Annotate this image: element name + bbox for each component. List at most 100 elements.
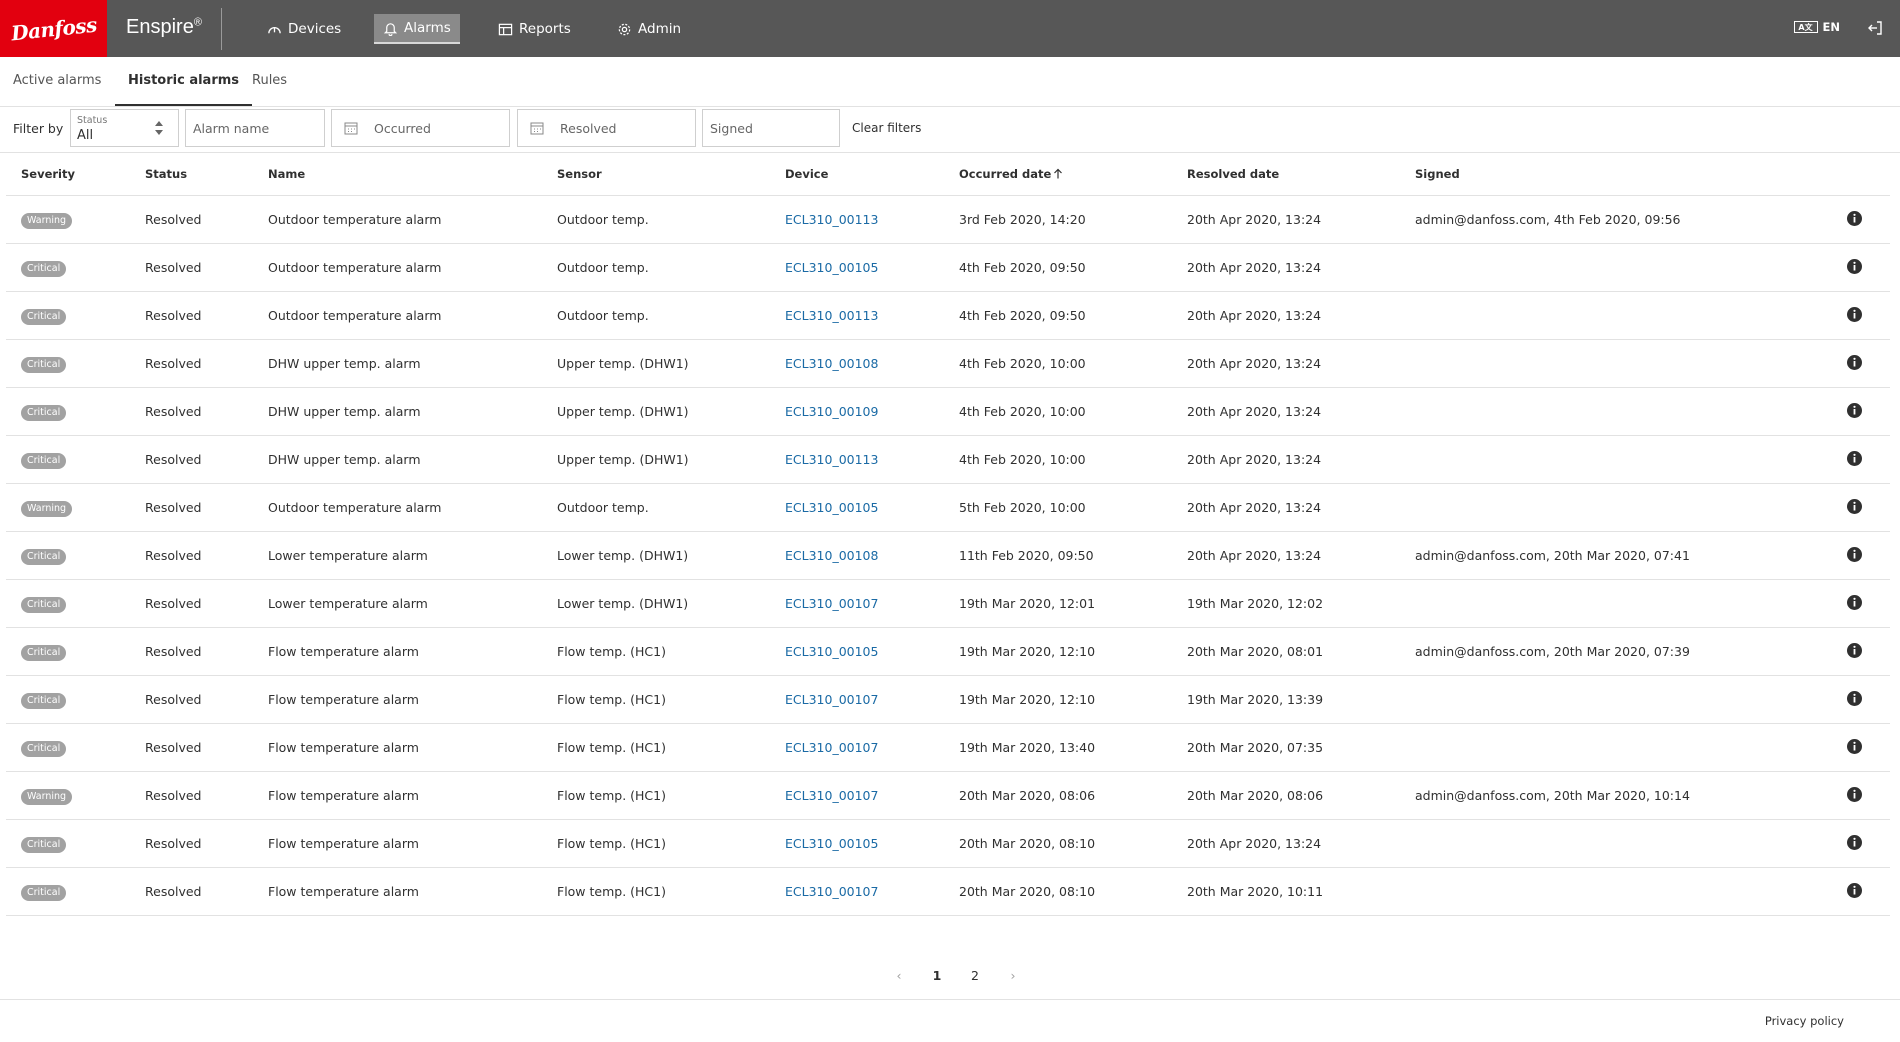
severity-badge: Critical	[21, 596, 67, 613]
column-header-severity[interactable]: Severity	[6, 153, 130, 196]
device-link[interactable]: ECL310_00113	[785, 308, 878, 323]
cell-name: DHW upper temp. alarm	[253, 339, 542, 388]
cell-resolved: 20th Mar 2020, 08:01	[1172, 627, 1400, 676]
info-icon[interactable]	[1846, 738, 1863, 755]
status-select[interactable]: Status All	[70, 109, 179, 147]
device-link[interactable]: ECL310_00109	[785, 404, 878, 419]
signed-input[interactable]: Signed	[702, 109, 840, 147]
status-text: Resolved	[145, 548, 202, 563]
nav-alarms-label: Alarms	[404, 20, 451, 36]
device-link[interactable]: ECL310_00105	[785, 260, 878, 275]
info-icon[interactable]	[1846, 786, 1863, 803]
nav-devices[interactable]: Devices	[258, 14, 350, 44]
info-icon[interactable]	[1846, 498, 1863, 515]
nav-admin[interactable]: Admin	[608, 14, 690, 44]
table-row[interactable]: Critical Resolved Lower temperature alarm L…	[6, 579, 1890, 628]
info-icon[interactable]	[1846, 354, 1863, 371]
cell-resolved: 20th Apr 2020, 13:24	[1172, 483, 1400, 532]
next-page-button[interactable]: ›	[994, 968, 1032, 983]
nav-reports[interactable]: Reports	[489, 14, 580, 44]
device-link[interactable]: ECL310_00107	[785, 788, 878, 803]
cell-signed	[1400, 387, 1818, 436]
logout-icon[interactable]	[1866, 19, 1884, 37]
info-icon[interactable]	[1846, 402, 1863, 419]
cell-status: Resolved	[130, 243, 253, 292]
table-row[interactable]: Critical Resolved DHW upper temp. alarm Upp…	[6, 435, 1890, 484]
tab-rules[interactable]: Rules	[239, 57, 300, 105]
device-link[interactable]: ECL310_00113	[785, 452, 878, 467]
table-row[interactable]: Critical Resolved DHW upper temp. alarm Upp…	[6, 387, 1890, 436]
cell-info	[1818, 291, 1890, 340]
table-row[interactable]: Critical Resolved DHW upper temp. alarm Upp…	[6, 339, 1890, 388]
page-2-button[interactable]: 2	[956, 968, 994, 983]
tab-active-alarms[interactable]: Active alarms	[0, 57, 114, 105]
info-icon[interactable]	[1846, 882, 1863, 899]
prev-page-button[interactable]: ‹	[880, 968, 918, 983]
sort-ascending-icon	[1054, 168, 1063, 179]
nav-alarms[interactable]: Alarms	[374, 14, 460, 44]
info-icon[interactable]	[1846, 258, 1863, 275]
table-row[interactable]: Warning Resolved Outdoor temperature alarm…	[6, 195, 1890, 244]
language-selector[interactable]: A文 EN	[1793, 20, 1840, 34]
column-header-signed[interactable]: Signed	[1400, 153, 1818, 196]
table-row[interactable]: Warning Resolved Flow temperature alarm Flo…	[6, 771, 1890, 820]
page-1-button[interactable]: 1	[918, 968, 956, 983]
column-header-device[interactable]: Device	[770, 153, 944, 196]
column-header-resolved-date[interactable]: Resolved date	[1172, 153, 1400, 196]
table-row[interactable]: Critical Resolved Flow temperature alarm Fl…	[6, 627, 1890, 676]
column-header-status[interactable]: Status	[130, 153, 253, 196]
column-header-occurred-date[interactable]: Occurred date	[944, 153, 1172, 196]
occurred-date-picker[interactable]: Occurred	[331, 109, 510, 147]
table-row[interactable]: Critical Resolved Lower temperature alarm L…	[6, 531, 1890, 580]
clear-filters-button[interactable]: Clear filters	[852, 121, 921, 135]
cell-occurred: 19th Mar 2020, 12:10	[944, 627, 1172, 676]
cell-name: Outdoor temperature alarm	[253, 243, 542, 292]
table-row[interactable]: Critical Resolved Outdoor temperature alar…	[6, 291, 1890, 340]
nav-admin-label: Admin	[638, 21, 682, 37]
tab-historic-alarms[interactable]: Historic alarms	[115, 57, 253, 106]
cell-info	[1818, 627, 1890, 676]
device-link[interactable]: ECL310_00107	[785, 692, 878, 707]
info-icon[interactable]	[1846, 594, 1863, 611]
info-icon[interactable]	[1846, 834, 1863, 851]
alarm-name-input[interactable]: Alarm name	[185, 109, 325, 147]
info-icon[interactable]	[1846, 210, 1863, 227]
device-link[interactable]: ECL310_00105	[785, 500, 878, 515]
cell-status: Resolved	[130, 195, 253, 244]
table-row[interactable]: Critical Resolved Flow temperature alarm Fl…	[6, 819, 1890, 868]
cell-name: Flow temperature alarm	[253, 771, 542, 820]
cell-status: Resolved	[130, 771, 253, 820]
device-link[interactable]: ECL310_00108	[785, 548, 878, 563]
info-icon[interactable]	[1846, 450, 1863, 467]
resolved-date-picker[interactable]: Resolved	[517, 109, 696, 147]
cell-signed	[1400, 291, 1818, 340]
resolved-text: 20th Apr 2020, 13:24	[1187, 548, 1322, 563]
column-header-name[interactable]: Name	[253, 153, 542, 196]
device-link[interactable]: ECL310_00113	[785, 212, 878, 227]
table-row[interactable]: Critical Resolved Outdoor temperature alar…	[6, 243, 1890, 292]
privacy-policy-link[interactable]: Privacy policy	[1765, 1014, 1844, 1028]
info-icon[interactable]	[1846, 546, 1863, 563]
device-link[interactable]: ECL310_00108	[785, 356, 878, 371]
info-icon[interactable]	[1846, 642, 1863, 659]
table-row[interactable]: Critical Resolved Flow temperature alarm Fl…	[6, 675, 1890, 724]
device-link[interactable]: ECL310_00105	[785, 836, 878, 851]
device-link[interactable]: ECL310_00107	[785, 596, 878, 611]
sensor-text: Flow temp. (HC1)	[557, 644, 666, 659]
resolved-text: 20th Apr 2020, 13:24	[1187, 452, 1322, 467]
column-header-sensor[interactable]: Sensor	[542, 153, 770, 196]
cell-sensor: Lower temp. (DHW1)	[542, 531, 770, 580]
danfoss-logo[interactable]: Danfoss	[0, 0, 107, 57]
info-icon[interactable]	[1846, 306, 1863, 323]
device-link[interactable]: ECL310_00105	[785, 644, 878, 659]
table-row[interactable]: Warning Resolved Outdoor temperature alarm…	[6, 483, 1890, 532]
device-link[interactable]: ECL310_00107	[785, 884, 878, 899]
cell-info	[1818, 771, 1890, 820]
name-text: Flow temperature alarm	[268, 788, 419, 803]
cell-device: ECL310_00107	[770, 867, 944, 916]
table-body: Warning Resolved Outdoor temperature alarm…	[6, 195, 1890, 916]
table-row[interactable]: Critical Resolved Flow temperature alarm Fl…	[6, 723, 1890, 772]
device-link[interactable]: ECL310_00107	[785, 740, 878, 755]
table-row[interactable]: Critical Resolved Flow temperature alarm Fl…	[6, 867, 1890, 916]
info-icon[interactable]	[1846, 690, 1863, 707]
